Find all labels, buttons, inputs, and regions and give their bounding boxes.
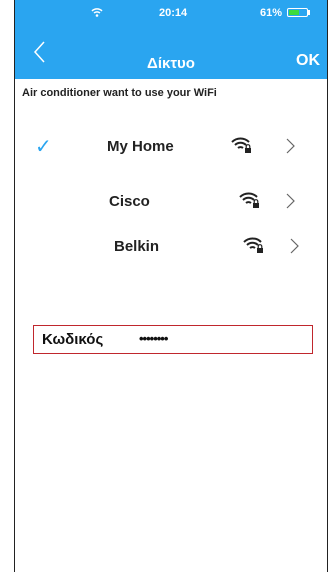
status-bar: 20:14 61%	[15, 0, 327, 26]
network-item-belkin[interactable]: Belkin	[15, 230, 327, 264]
wifi-locked-icon	[239, 191, 261, 209]
status-wifi-icon	[91, 7, 103, 20]
ok-button[interactable]: OK	[296, 52, 320, 70]
network-name: Cisco	[109, 193, 150, 210]
status-battery-percent: 61%	[260, 7, 283, 19]
status-time: 20:14	[159, 7, 188, 19]
password-value: ••••••••	[139, 331, 168, 346]
check-icon: ✓	[35, 136, 52, 158]
network-name: My Home	[107, 138, 174, 155]
chevron-right-icon	[285, 137, 297, 155]
password-field[interactable]: Κωδικός ••••••••	[33, 325, 313, 354]
phone-screen: 20:14 61% Δίκτυο OK Air conditioner want…	[14, 0, 328, 572]
app-header: 20:14 61% Δίκτυο OK	[15, 0, 327, 79]
battery-tip	[308, 10, 310, 15]
network-name: Belkin	[114, 238, 160, 255]
subtitle: Air conditioner want to use your WiFi	[22, 87, 217, 99]
chevron-right-icon	[289, 237, 301, 255]
battery-level-fill	[289, 10, 299, 15]
password-label: Κωδικός	[42, 331, 104, 348]
battery-icon	[287, 8, 308, 17]
network-item-my-home[interactable]: ✓ My Home	[15, 130, 327, 164]
wifi-locked-icon	[243, 236, 265, 254]
wifi-locked-icon	[231, 136, 253, 154]
chevron-right-icon	[285, 192, 297, 210]
page-title: Δίκτυο	[147, 55, 195, 72]
network-item-cisco[interactable]: Cisco	[15, 185, 327, 219]
